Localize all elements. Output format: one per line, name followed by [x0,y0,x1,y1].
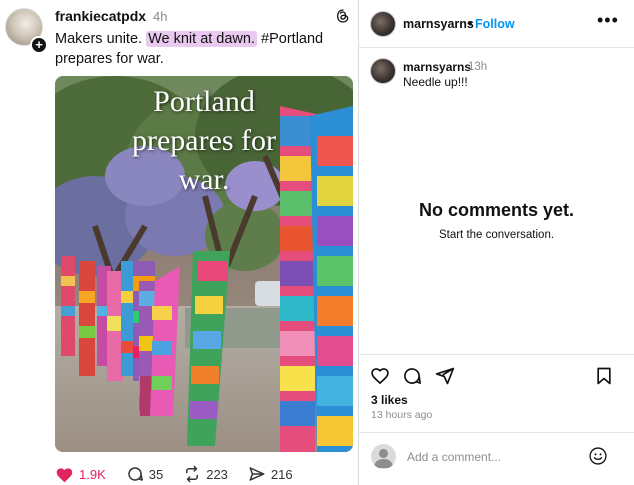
header-avatar[interactable] [370,11,396,37]
post-time: 4h [153,9,168,24]
repost-button[interactable]: 223 [183,465,228,483]
threads-post: + frankiecatpdx 4h Makers unite. We knit… [0,0,358,485]
caption-time: 13h [468,61,488,73]
author-avatar[interactable]: + [5,8,48,54]
heart-icon[interactable] [370,366,390,386]
header-separator: • [468,17,473,31]
post-text-start: Makers unite. [55,31,147,47]
follow-plus-icon[interactable]: + [30,36,48,54]
like-button[interactable]: 1.9K [55,466,106,483]
post-text: Makers unite. We knit at dawn. #Portland… [55,29,345,69]
follow-button[interactable]: Follow [475,17,515,31]
likes-count: 1.9K [79,466,106,482]
repost-icon [186,465,199,483]
comment-icon [128,467,143,481]
caption-text: Needle up!!! [403,75,468,89]
likes-count[interactable]: 3 likes [371,393,408,407]
reply-button[interactable]: 35 [126,465,163,483]
person-icon [374,449,393,468]
heart-filled-icon [56,467,73,482]
add-comment-input[interactable]: Add a comment... [407,450,501,464]
start-conversation-text: Start the conversation. [438,229,555,241]
post-photo[interactable]: Portland prepares for war. [55,76,353,452]
comment-divider [359,432,634,433]
instagram-header: marnsyarns • Follow ••• [359,0,634,48]
replies-count: 35 [148,466,164,482]
header-username[interactable]: marnsyarns [403,17,474,31]
reposts-count: 223 [206,466,228,482]
instagram-panel: marnsyarns • Follow ••• marnsyarns 13h N… [359,0,634,485]
send-icon [249,467,265,481]
emoji-icon[interactable] [588,446,608,466]
share-icon[interactable] [435,366,455,386]
post-time-ago: 13 hours ago [371,409,433,421]
post-username[interactable]: frankiecatpdx [55,8,146,24]
no-comments-title: No comments yet. [418,200,575,220]
screenshot-frame: + frankiecatpdx 4h Makers unite. We knit… [0,0,634,485]
share-button[interactable]: 216 [248,465,293,483]
comment-icon[interactable] [402,366,422,386]
more-options-icon[interactable]: ••• [597,10,619,31]
caption-username[interactable]: marnsyarns [403,60,471,74]
user-avatar-placeholder [371,444,396,469]
bookmark-icon[interactable] [594,366,614,386]
post-actions: 1.9K 35 223 216 [55,464,313,484]
highlighted-text: We knit at dawn. [146,31,258,47]
threads-logo-icon[interactable] [335,8,351,24]
shares-count: 216 [270,466,293,482]
caption-avatar[interactable] [370,58,396,84]
actions-divider [359,354,634,355]
